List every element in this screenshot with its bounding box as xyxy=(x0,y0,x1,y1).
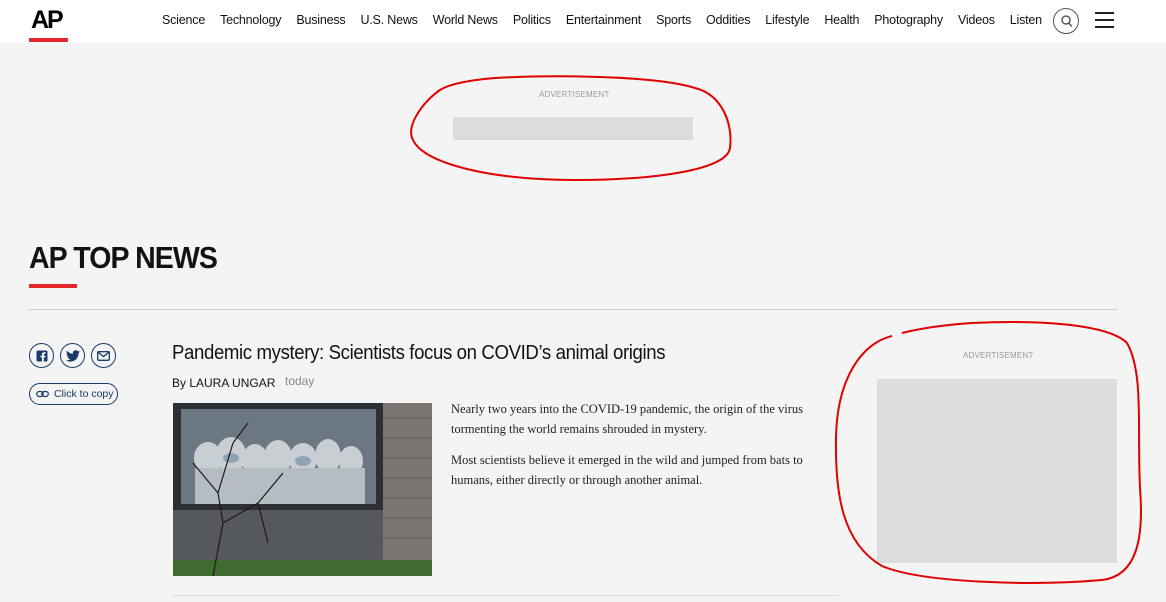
nav-item-listen[interactable]: Listen xyxy=(1010,13,1042,27)
article-divider xyxy=(172,595,839,596)
search-icon xyxy=(1061,15,1073,27)
nav-item-world-news[interactable]: World News xyxy=(433,13,498,27)
summary-paragraph: Nearly two years into the COVID-19 pande… xyxy=(451,402,803,436)
facebook-share-button[interactable] xyxy=(29,343,54,368)
nav-item-entertainment[interactable]: Entertainment xyxy=(566,13,641,27)
article-headline[interactable]: Pandemic mystery: Scientists focus on CO… xyxy=(172,342,666,365)
search-button[interactable] xyxy=(1053,8,1079,34)
hamburger-icon-line xyxy=(1095,12,1114,14)
nav-item-politics[interactable]: Politics xyxy=(513,13,551,27)
nav-item-videos[interactable]: Videos xyxy=(958,13,995,27)
article-photo[interactable] xyxy=(173,403,432,576)
email-share-button[interactable] xyxy=(91,343,116,368)
ad-side-label: ADVERTISEMENT xyxy=(963,351,1034,360)
twitter-icon xyxy=(65,349,80,362)
section-title: AP TOP NEWS xyxy=(29,240,218,275)
article-summary: Nearly two years into the COVID-19 pande… xyxy=(451,399,836,501)
nav-item-us-news[interactable]: U.S. News xyxy=(360,13,417,27)
share-icons xyxy=(29,343,116,368)
menu-button[interactable] xyxy=(1095,12,1115,29)
hamburger-icon-line xyxy=(1095,19,1114,21)
facebook-icon xyxy=(36,350,47,362)
article-byline: By LAURA UNGAR xyxy=(172,376,276,390)
link-icon xyxy=(36,390,49,398)
nav-item-lifestyle[interactable]: Lifestyle xyxy=(765,13,809,27)
nav-item-science[interactable]: Science xyxy=(162,13,205,27)
email-icon xyxy=(97,350,110,361)
section-divider xyxy=(29,309,1117,310)
article-photo-illustration xyxy=(173,403,432,576)
site-header: AP Science Technology Business U.S. News… xyxy=(0,0,1166,43)
twitter-share-button[interactable] xyxy=(60,343,85,368)
main-nav: Science Technology Business U.S. News Wo… xyxy=(162,13,1057,27)
summary-paragraph: Most scientists believe it emerged in th… xyxy=(451,453,803,487)
article-timestamp: today xyxy=(285,374,315,388)
copy-link-label: Click to copy xyxy=(54,388,114,400)
ap-logo[interactable]: AP xyxy=(31,6,64,35)
ad-top-placeholder[interactable] xyxy=(453,117,693,140)
nav-item-sports[interactable]: Sports xyxy=(656,13,691,27)
section-title-underline xyxy=(29,284,77,288)
ad-top-label: ADVERTISEMENT xyxy=(539,90,610,99)
ad-side-placeholder[interactable] xyxy=(877,379,1117,563)
nav-item-health[interactable]: Health xyxy=(824,13,859,27)
nav-item-photography[interactable]: Photography xyxy=(874,13,943,27)
nav-item-business[interactable]: Business xyxy=(296,13,345,27)
nav-item-technology[interactable]: Technology xyxy=(220,13,281,27)
copy-link-button[interactable]: Click to copy xyxy=(29,383,118,405)
logo-underline xyxy=(29,38,68,42)
hamburger-icon-line xyxy=(1095,26,1114,28)
nav-item-oddities[interactable]: Oddities xyxy=(706,13,750,27)
